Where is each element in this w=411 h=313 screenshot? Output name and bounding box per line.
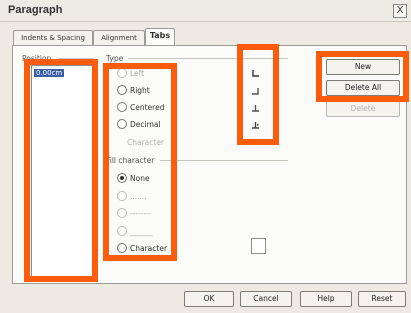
tab-indents-spacing[interactable]: Indents & Spacing xyxy=(13,30,93,45)
fill-character-input[interactable] xyxy=(251,238,266,254)
highlight-new-delete-buttons xyxy=(316,51,409,102)
highlight-type-fill-options xyxy=(103,63,177,261)
delete-button[interactable]: Delete xyxy=(326,101,400,117)
ok-button[interactable]: OK xyxy=(184,291,234,307)
window-title: Paragraph xyxy=(8,4,63,16)
highlight-position-list xyxy=(24,59,98,282)
paragraph-dialog: Paragraph X Indents & Spacing Alignment … xyxy=(0,0,411,313)
tab-alignment[interactable]: Alignment xyxy=(93,30,145,45)
cancel-button[interactable]: Cancel xyxy=(240,291,292,307)
help-button[interactable]: Help xyxy=(300,291,352,307)
fill-header-line xyxy=(160,160,288,161)
title-bar: Paragraph X xyxy=(0,0,411,22)
close-icon[interactable]: X xyxy=(393,4,407,18)
highlight-tab-icons xyxy=(237,44,279,145)
reset-button[interactable]: Reset xyxy=(358,291,406,307)
tab-tabs[interactable]: Tabs xyxy=(145,28,175,45)
type-header: Type xyxy=(106,54,124,63)
